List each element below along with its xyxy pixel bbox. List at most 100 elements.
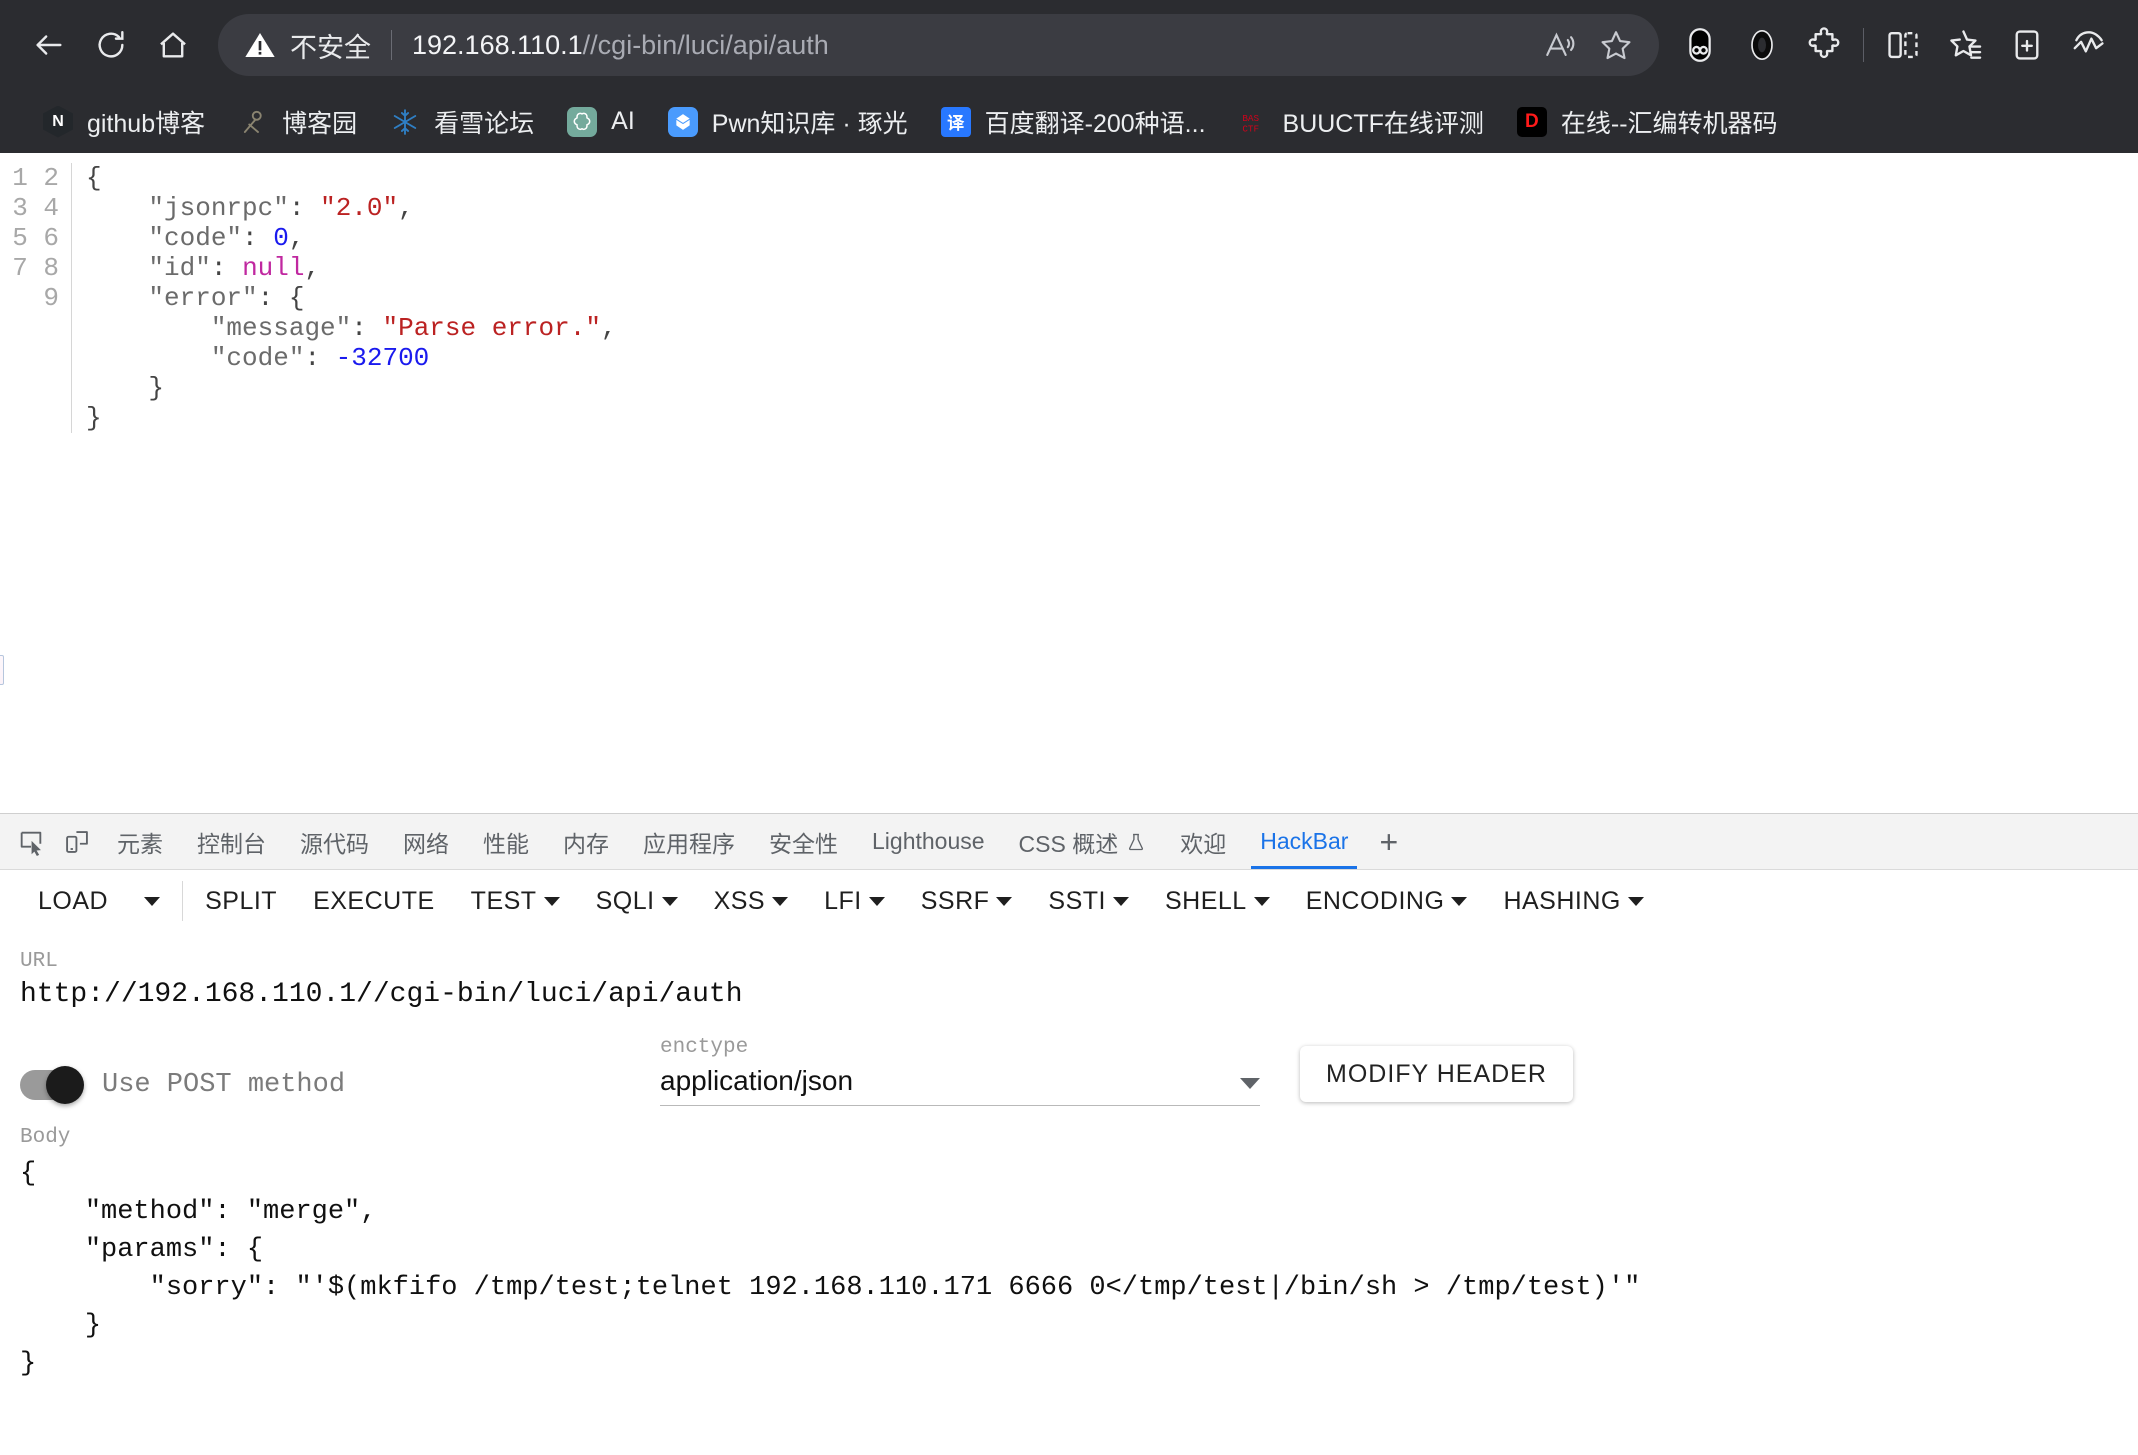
tab-label: 安全性 [769, 830, 838, 857]
post-method-toggle[interactable]: Use POST method [20, 1066, 660, 1106]
bookmark-label: github博客 [87, 109, 206, 138]
hackbar-options-row: Use POST method enctype application/json… [0, 1036, 2138, 1106]
hackbar-load-dropdown[interactable] [126, 879, 178, 923]
arrow-left-icon [36, 35, 62, 55]
hackbar-execute-button[interactable]: EXECUTE [295, 879, 453, 923]
chevron-down-icon [144, 896, 161, 906]
extensions-puzzle-icon[interactable] [1793, 14, 1855, 76]
tab-label: 应用程序 [643, 830, 735, 857]
copilot-icon[interactable] [1731, 14, 1793, 76]
read-aloud-icon[interactable] [1543, 28, 1577, 62]
url-input[interactable]: http://192.168.110.1//cgi-bin/luci/api/a… [20, 979, 2118, 1010]
home-icon [160, 32, 186, 58]
hackbar-encoding-menu[interactable]: ENCODING [1288, 879, 1486, 923]
hackbar-test-menu[interactable]: TEST [453, 879, 578, 923]
split-screen-icon[interactable] [1872, 14, 1934, 76]
hackbar-ssrf-menu[interactable]: SSRF [903, 879, 1031, 923]
url-field-label: URL [20, 950, 58, 973]
devtools-tab-console[interactable]: 控制台 [180, 814, 283, 869]
bookmark-item[interactable]: BAS CTF BUUCTF在线评测 [1222, 99, 1500, 145]
inspect-element-button[interactable] [8, 819, 54, 865]
add-panel-button[interactable]: + [1365, 826, 1412, 858]
omnibox-divider [391, 30, 392, 60]
hackbar-url-field: URL http://192.168.110.1//cgi-bin/luci/a… [0, 950, 2138, 1010]
favorites-list-icon[interactable] [1934, 14, 1996, 76]
bookmark-label: 在线--汇编转机器码 [1560, 109, 1778, 138]
device-toolbar-button[interactable] [54, 819, 100, 865]
collections-add-icon[interactable] [1996, 14, 2058, 76]
bookmark-item[interactable]: 看雪论坛 [373, 99, 550, 145]
devtools-tab-network[interactable]: 网络 [386, 814, 466, 869]
tab-label: 欢迎 [1180, 830, 1227, 857]
reload-button[interactable] [80, 14, 142, 76]
warning-triangle-icon [244, 29, 276, 61]
toggle-switch[interactable] [20, 1066, 84, 1104]
svg-text:BAS: BAS [1242, 112, 1259, 123]
devtools-tab-elements[interactable]: 元素 [100, 814, 180, 869]
devtools-tab-css-overview[interactable]: CSS 概述 [1002, 814, 1164, 869]
button-label: HASHING [1503, 886, 1621, 915]
hackbar-ssti-menu[interactable]: SSTI [1030, 879, 1147, 923]
clipped-edge-element [0, 655, 4, 685]
browser-essentials-icon[interactable] [2058, 14, 2120, 76]
openai-favicon [566, 106, 598, 138]
devtools-tab-welcome[interactable]: 欢迎 [1163, 814, 1243, 869]
devtools-tab-performance[interactable]: 性能 [466, 814, 546, 869]
bookmark-label: 看雪论坛 [434, 109, 535, 138]
hackbar-split-button[interactable]: SPLIT [187, 879, 295, 923]
bookmark-item[interactable]: AI [550, 99, 651, 145]
modify-header-button[interactable]: MODIFY HEADER [1300, 1046, 1573, 1102]
bookmark-item[interactable]: 博客园 [221, 99, 373, 145]
bookmark-item[interactable]: Pwn知识库 · 琢光 [651, 99, 924, 145]
omnibox-actions [1543, 28, 1633, 62]
enctype-select[interactable]: application/json [660, 1065, 1260, 1106]
hackbar-shell-menu[interactable]: SHELL [1147, 879, 1288, 923]
url-host: 192.168.110.1 [412, 29, 583, 60]
button-label: SQLI [595, 886, 655, 915]
json-error-code-value: -32700 [335, 343, 430, 373]
pwn-favicon [667, 106, 699, 138]
address-bar[interactable]: 不安全 192.168.110.1//cgi-bin/luci/api/auth [218, 14, 1659, 76]
glasses-icon[interactable] [1669, 14, 1731, 76]
home-button[interactable] [142, 14, 204, 76]
tab-label: 元素 [117, 830, 163, 857]
baidu-translate-favicon: 译 [940, 106, 972, 138]
button-label: SHELL [1164, 886, 1247, 915]
button-label: EXECUTE [313, 886, 435, 915]
tab-label: Lighthouse [872, 828, 985, 854]
reload-icon [98, 31, 124, 58]
button-label: SPLIT [205, 886, 278, 915]
hackbar-lfi-menu[interactable]: LFI [806, 879, 903, 923]
hackbar-load-button[interactable]: LOAD [20, 879, 126, 923]
line-number-gutter: 1 2 3 4 5 6 7 8 9 [0, 163, 72, 433]
star-icon[interactable] [1599, 28, 1633, 62]
bookmark-label: BUUCTF在线评测 [1282, 109, 1484, 138]
back-button[interactable] [18, 14, 80, 76]
chevron-down-icon [996, 896, 1013, 906]
bookmark-item[interactable]: N github博客 [26, 99, 221, 145]
hackbar-hashing-menu[interactable]: HASHING [1485, 879, 1661, 923]
json-jsonrpc-value: 2.0 [335, 193, 383, 223]
device-toolbar-icon [66, 830, 88, 853]
chevron-down-icon [1253, 896, 1270, 906]
post-method-label: Use POST method [102, 1070, 346, 1100]
tab-label: HackBar [1260, 828, 1349, 854]
enctype-label: enctype [660, 1036, 749, 1059]
bookmark-label: 博客园 [282, 109, 358, 138]
devtools-tab-memory[interactable]: 内存 [546, 814, 626, 869]
chevron-down-icon [1627, 896, 1644, 906]
hackbar-xss-menu[interactable]: XSS [696, 879, 807, 923]
bookmark-item[interactable]: 译 百度翻译-200种语... [924, 99, 1222, 145]
devtools-tab-sources[interactable]: 源代码 [283, 814, 386, 869]
url-text[interactable]: 192.168.110.1//cgi-bin/luci/api/auth [412, 30, 1527, 61]
bookmark-item[interactable]: D 在线--汇编转机器码 [1500, 99, 1794, 145]
devtools-tab-security[interactable]: 安全性 [752, 814, 855, 869]
devtools-tab-hackbar[interactable]: HackBar [1243, 814, 1365, 869]
body-textarea[interactable]: { "method": "merge", "params": { "sorry"… [20, 1155, 2118, 1383]
buuctf-favicon: BAS CTF [1238, 106, 1270, 138]
tab-label: 性能 [483, 830, 529, 857]
devtools-tab-lighthouse[interactable]: Lighthouse [855, 814, 1002, 869]
devtools-tab-application[interactable]: 应用程序 [626, 814, 752, 869]
hackbar-sqli-menu[interactable]: SQLI [578, 879, 696, 923]
json-code: { ″jsonrpc″: ″2.0″, ″code″: 0, ″id″: nul… [86, 163, 617, 433]
